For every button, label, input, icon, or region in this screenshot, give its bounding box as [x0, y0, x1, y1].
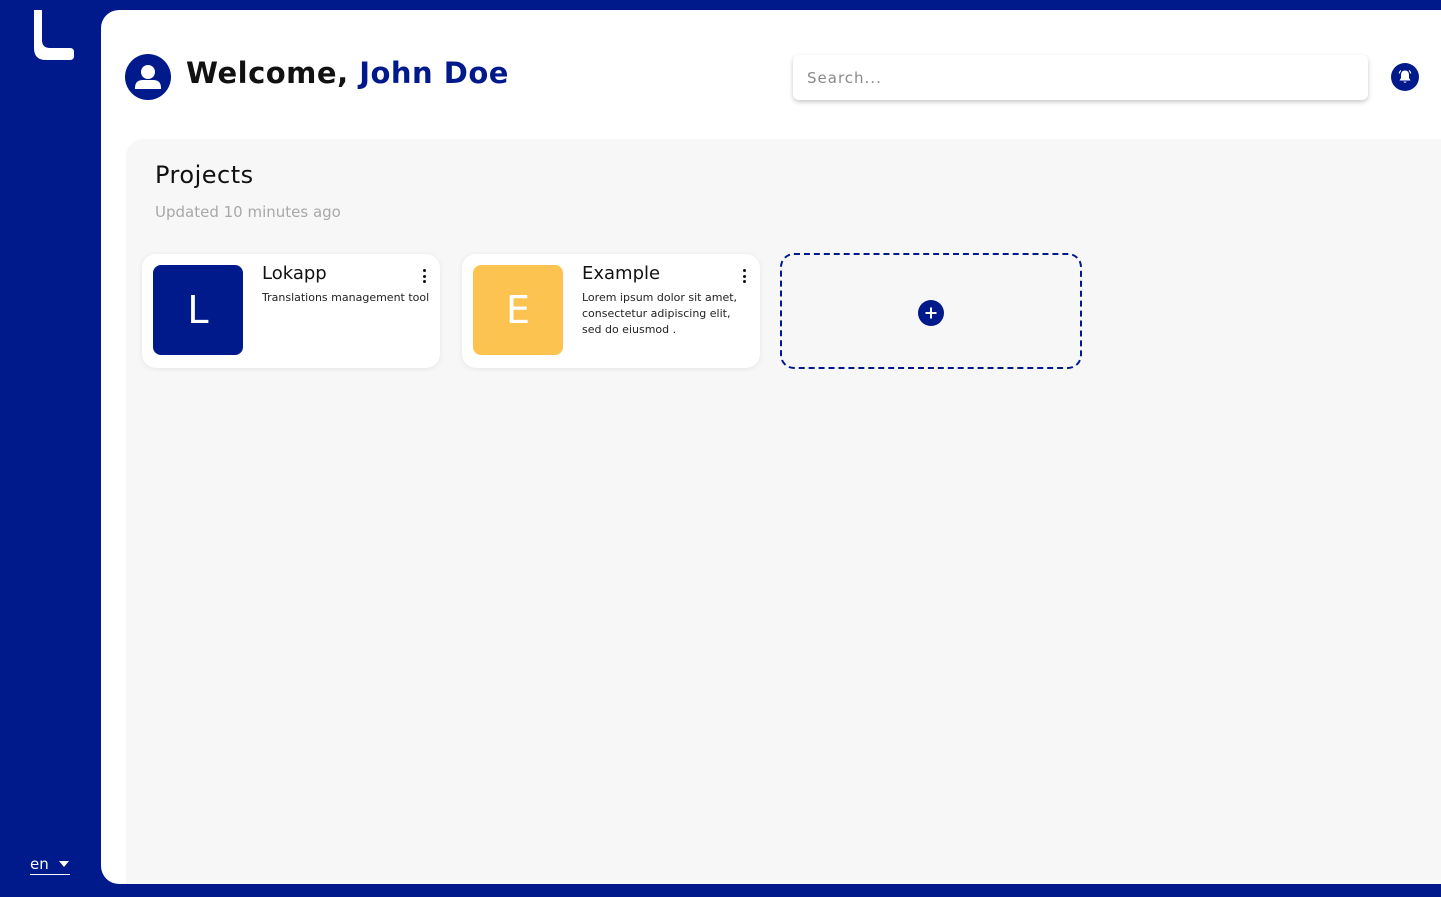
search-input[interactable]	[793, 55, 1368, 100]
main-panel: Welcome, John Doe Projects Updated 10 mi…	[101, 10, 1441, 884]
add-project-button[interactable]	[780, 253, 1082, 369]
projects-updated-text: Updated 10 minutes ago	[155, 203, 341, 221]
bell-icon	[1398, 69, 1412, 83]
language-select[interactable]: en	[30, 855, 70, 875]
user-name: John Doe	[359, 56, 509, 90]
project-initial: L	[187, 288, 209, 332]
project-thumbnail: E	[473, 265, 563, 355]
chevron-down-icon	[59, 861, 69, 867]
more-vert-icon[interactable]	[420, 268, 428, 284]
app-logo-icon[interactable]	[32, 10, 74, 60]
plus-circle-icon	[918, 300, 944, 326]
project-initial: E	[505, 288, 530, 332]
projects-title: Projects	[155, 161, 254, 189]
language-select-value: en	[30, 855, 49, 873]
project-description: Translations management tool	[262, 291, 430, 304]
project-card-lokapp[interactable]: L Lokapp Translations management tool	[142, 254, 440, 368]
welcome-greeting: Welcome,	[186, 56, 349, 90]
notifications-button[interactable]	[1391, 63, 1419, 91]
project-name: Lokapp	[262, 263, 327, 284]
projects-section: Projects Updated 10 minutes ago L Lokapp…	[126, 139, 1441, 884]
project-thumbnail: L	[153, 265, 243, 355]
project-description: Lorem ipsum dolor sit amet, consectetur …	[582, 291, 738, 336]
user-avatar-icon[interactable]	[125, 54, 171, 100]
app-frame: en Welcome, John Doe Projects Upda	[0, 0, 1441, 897]
more-vert-icon[interactable]	[740, 268, 748, 284]
project-card-example[interactable]: E Example Lorem ipsum dolor sit amet, co…	[462, 254, 760, 368]
project-name: Example	[582, 263, 661, 284]
welcome-heading: Welcome, John Doe	[186, 56, 509, 90]
